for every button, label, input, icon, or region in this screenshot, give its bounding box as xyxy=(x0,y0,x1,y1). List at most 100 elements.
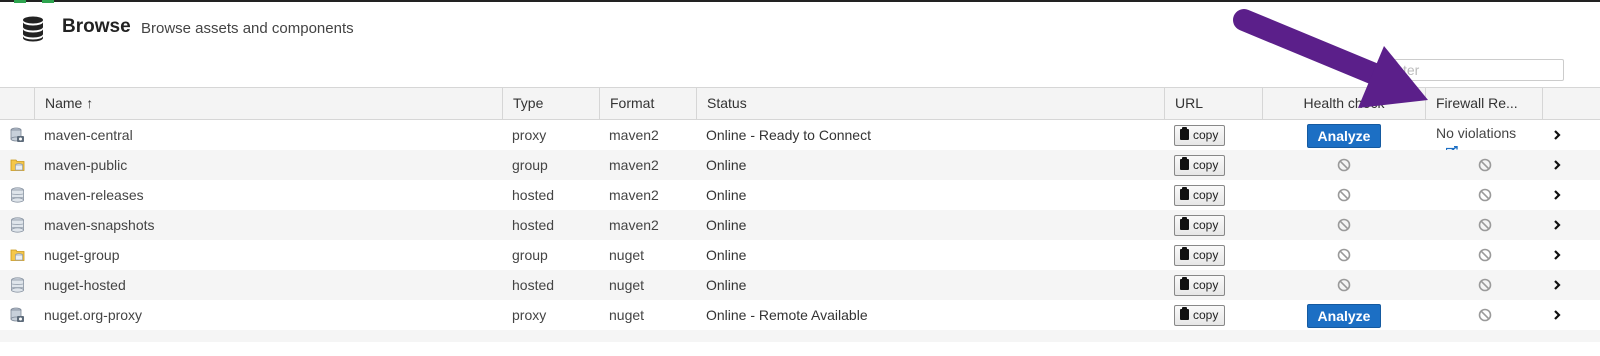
chevron-right-icon[interactable] xyxy=(1552,188,1562,202)
copy-url-button[interactable]: copy xyxy=(1174,245,1225,266)
repo-status: Online - Ready to Connect xyxy=(706,127,871,143)
repo-name[interactable]: nuget-hosted xyxy=(44,270,494,300)
page-subtitle: Browse assets and components xyxy=(141,20,354,37)
copy-label: copy xyxy=(1193,218,1219,232)
repo-name[interactable]: maven-central xyxy=(44,120,494,150)
copy-label: copy xyxy=(1193,158,1219,172)
repo-status: Online xyxy=(706,157,747,173)
table-row[interactable]: maven-releases hosted maven2 Online copy xyxy=(0,180,1600,210)
not-available-icon xyxy=(1478,308,1492,322)
column-header-name[interactable]: Name ↑ xyxy=(34,88,502,119)
not-available-icon xyxy=(1478,278,1492,292)
page-header: Browse Browse assets and components xyxy=(0,2,1600,54)
not-available-icon xyxy=(1478,248,1492,262)
proxy-repo-icon xyxy=(10,307,25,323)
chevron-right-icon[interactable] xyxy=(1552,158,1562,172)
filter-visible-text: ter xyxy=(1403,62,1420,78)
table-row[interactable]: nuget-hosted hosted nuget Online copy xyxy=(0,270,1600,300)
repo-type: proxy xyxy=(512,307,547,323)
hosted-repo-icon xyxy=(10,187,25,203)
copy-url-button[interactable]: copy xyxy=(1174,305,1225,326)
clipboard-icon xyxy=(1180,217,1189,230)
copy-url-button[interactable]: copy xyxy=(1174,185,1225,206)
grid-footer xyxy=(0,330,1600,342)
repo-format: maven2 xyxy=(609,187,659,203)
copy-label: copy xyxy=(1193,308,1219,322)
table-row[interactable]: maven-central proxy maven2 Online - Read… xyxy=(0,120,1600,157)
chevron-right-icon[interactable] xyxy=(1552,308,1562,322)
not-available-icon xyxy=(1337,218,1351,232)
repo-type: group xyxy=(512,247,548,263)
column-header-actions xyxy=(1542,88,1600,119)
analyze-button[interactable]: Analyze xyxy=(1307,124,1381,148)
repo-format: maven2 xyxy=(609,217,659,233)
copy-url-button[interactable]: copy xyxy=(1174,125,1225,146)
repo-format: nuget xyxy=(609,307,645,323)
repo-status: Online xyxy=(706,217,747,233)
repo-format: maven2 xyxy=(609,157,659,173)
chevron-right-icon[interactable] xyxy=(1552,218,1562,232)
page-title: Browse xyxy=(62,16,131,37)
repo-name[interactable]: nuget-group xyxy=(44,240,494,270)
not-available-icon xyxy=(1337,188,1351,202)
repo-type: hosted xyxy=(512,217,555,233)
clipboard-icon xyxy=(1180,127,1189,140)
repo-name[interactable]: maven-snapshots xyxy=(44,210,494,240)
repo-format: nuget xyxy=(609,277,645,293)
repo-type: hosted xyxy=(512,187,555,203)
column-header-firewall[interactable]: Firewall Re... xyxy=(1425,88,1542,119)
repo-status: Online xyxy=(706,277,747,293)
table-row[interactable]: maven-public group maven2 Online copy xyxy=(0,150,1600,180)
firewall-report-text: No violations xyxy=(1436,125,1517,141)
repo-name[interactable]: maven-public xyxy=(44,150,494,180)
not-available-icon xyxy=(1478,218,1492,232)
copy-url-button[interactable]: copy xyxy=(1174,215,1225,236)
table-row[interactable]: nuget.org-proxy proxy nuget Online - Rem… xyxy=(0,300,1600,330)
copy-label: copy xyxy=(1193,188,1219,202)
table-row[interactable]: maven-snapshots hosted maven2 Online cop… xyxy=(0,210,1600,240)
repo-type: group xyxy=(512,157,548,173)
repo-name[interactable]: nuget.org-proxy xyxy=(44,300,494,330)
group-repo-icon xyxy=(10,157,25,173)
hosted-repo-icon xyxy=(10,217,25,233)
repo-format: maven2 xyxy=(609,127,659,143)
filter-input[interactable]: ter xyxy=(1384,59,1564,81)
clipboard-icon xyxy=(1180,187,1189,200)
repo-type: hosted xyxy=(512,277,555,293)
clipboard-icon xyxy=(1180,307,1189,320)
repo-name[interactable]: maven-releases xyxy=(44,180,494,210)
not-available-icon xyxy=(1337,248,1351,262)
analyze-button[interactable]: Analyze xyxy=(1307,304,1381,328)
table-row[interactable]: nuget-group group nuget Online copy xyxy=(0,240,1600,270)
copy-label: copy xyxy=(1193,128,1219,142)
proxy-repo-icon xyxy=(10,127,25,143)
column-header-url[interactable]: URL xyxy=(1164,88,1262,119)
column-header-health-check[interactable]: Health check xyxy=(1262,88,1425,119)
repo-type: proxy xyxy=(512,127,547,143)
grid-header: Name ↑ Type Format Status URL Health che… xyxy=(0,87,1600,120)
not-available-icon xyxy=(1337,158,1351,172)
column-header-format[interactable]: Format xyxy=(599,88,696,119)
clipboard-icon xyxy=(1180,157,1189,170)
repo-status: Online xyxy=(706,247,747,263)
group-repo-icon xyxy=(10,247,25,263)
clipboard-icon xyxy=(1180,247,1189,260)
repo-status: Online - Remote Available xyxy=(706,307,868,323)
repo-status: Online xyxy=(706,187,747,203)
clipboard-icon xyxy=(1180,277,1189,290)
not-available-icon xyxy=(1478,188,1492,202)
chevron-right-icon[interactable] xyxy=(1552,248,1562,262)
copy-label: copy xyxy=(1193,278,1219,292)
hosted-repo-icon xyxy=(10,277,25,293)
not-available-icon xyxy=(1337,278,1351,292)
chevron-right-icon[interactable] xyxy=(1552,278,1562,292)
column-header-status[interactable]: Status xyxy=(696,88,1164,119)
copy-url-button[interactable]: copy xyxy=(1174,155,1225,176)
copy-url-button[interactable]: copy xyxy=(1174,275,1225,296)
repo-format: nuget xyxy=(609,247,645,263)
not-available-icon xyxy=(1478,158,1492,172)
database-icon xyxy=(23,16,43,42)
chevron-right-icon[interactable] xyxy=(1552,128,1562,142)
copy-label: copy xyxy=(1193,248,1219,262)
column-header-type[interactable]: Type xyxy=(502,88,599,119)
